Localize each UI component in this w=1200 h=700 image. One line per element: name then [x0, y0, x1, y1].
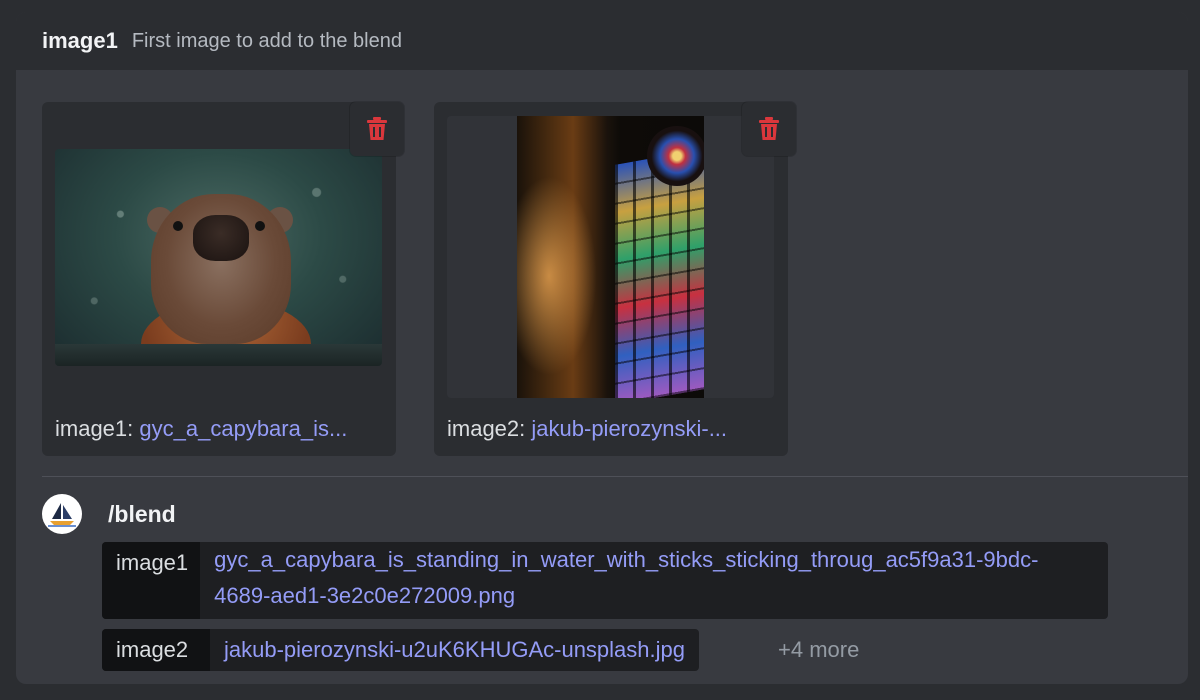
option-description: First image to add to the blend: [131, 29, 402, 52]
option-header: image1 First image to add to the blend: [16, 12, 1188, 70]
option-image1[interactable]: image1 gyc_a_capybara_is_standing_in_wat…: [102, 542, 1108, 619]
attachment-card-image1[interactable]: image1: gyc_a_capybara_is...: [42, 102, 404, 456]
option-value: gyc_a_capybara_is_standing_in_water_with…: [214, 547, 1039, 608]
attachment-label: image1:: [55, 416, 134, 441]
option-key: image2: [102, 629, 210, 671]
divider: [42, 476, 1188, 477]
attachment-caption: image2: jakub-pierozynski-...: [447, 416, 727, 442]
option-key: image1: [102, 542, 201, 619]
trash-icon: [367, 117, 387, 140]
option-name: image1: [42, 28, 118, 53]
command-name: /blend: [108, 500, 176, 527]
image1-preview[interactable]: [55, 116, 382, 398]
option-image2[interactable]: image2 jakub-pierozynski-u2uK6KHUGAc-uns…: [102, 629, 700, 671]
attachment-card-image2[interactable]: image2: jakub-pierozynski-...: [434, 102, 796, 456]
trash-icon: [759, 117, 779, 140]
attachment-list: image1: gyc_a_capybara_is... image2: jak…: [42, 102, 796, 456]
delete-attachment-button[interactable]: [742, 102, 796, 156]
attachment-label: image2:: [447, 416, 526, 441]
slash-command-panel: image1 First image to add to the blend i…: [16, 12, 1188, 684]
more-options-link[interactable]: +4 more: [778, 629, 859, 671]
capybara-image: [55, 149, 382, 366]
attachment-filename: jakub-pierozynski-...: [531, 416, 728, 441]
sailboat-icon: [48, 503, 76, 527]
command-row: /blend: [42, 494, 176, 534]
image2-preview[interactable]: [447, 116, 774, 398]
attachment-caption: image1: gyc_a_capybara_is...: [55, 416, 347, 442]
bot-avatar[interactable]: [42, 494, 82, 534]
stained-glass-image: [517, 116, 704, 398]
attachment-filename: gyc_a_capybara_is...: [139, 416, 348, 441]
delete-attachment-button[interactable]: [350, 102, 404, 156]
option-value: jakub-pierozynski-u2uK6KHUGAc-unsplash.j…: [224, 637, 686, 662]
